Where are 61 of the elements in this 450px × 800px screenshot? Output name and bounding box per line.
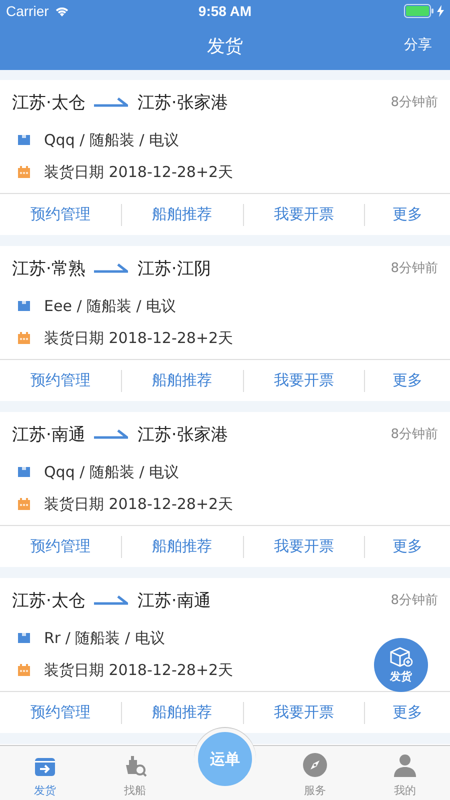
box-icon — [18, 632, 30, 644]
tab-item[interactable]: 发货 — [0, 746, 90, 800]
person-icon — [393, 753, 417, 777]
tab-item[interactable]: 服务 — [270, 746, 360, 800]
destination-label: 江苏·张家港 — [137, 92, 228, 114]
action-link[interactable]: 更多 — [365, 367, 450, 394]
action-link[interactable]: 我要开票 — [244, 201, 364, 228]
cargo-info: Eee / 随船装 / 电议 — [44, 296, 176, 316]
battery-icon — [404, 4, 434, 18]
tab-item[interactable]: 找船 — [90, 746, 180, 800]
action-link[interactable]: 我要开票 — [244, 533, 364, 560]
wifi-icon — [54, 5, 70, 17]
box-icon — [18, 134, 30, 146]
compass-icon — [303, 753, 327, 777]
destination-label: 江苏·江阴 — [137, 258, 211, 280]
loading-date: 装货日期 2018-12-28+2天 — [44, 328, 234, 348]
origin-label: 江苏·常熟 — [12, 258, 86, 280]
loading-date: 装货日期 2018-12-28+2天 — [44, 660, 234, 680]
posted-time: 8分钟前 — [390, 592, 438, 609]
action-link[interactable]: 船舶推荐 — [122, 533, 243, 560]
cargo-info: Qqq / 随船装 / 电议 — [44, 130, 180, 150]
tab-item[interactable]: 我的 — [360, 746, 450, 800]
action-link[interactable]: 更多 — [365, 699, 450, 726]
share-button[interactable]: 分享 — [404, 36, 432, 54]
clock-time: 9:58 AM — [198, 3, 252, 19]
action-link[interactable]: 我要开票 — [244, 367, 364, 394]
carrier-name: Carrier — [6, 3, 49, 19]
ship-search-icon — [123, 755, 147, 777]
loading-date: 装货日期 2018-12-28+2天 — [44, 162, 234, 182]
action-link[interactable]: 船舶推荐 — [122, 699, 243, 726]
destination-label: 江苏·南通 — [137, 590, 211, 612]
action-link[interactable]: 我要开票 — [244, 699, 364, 726]
origin-label: 江苏·南通 — [12, 424, 86, 446]
origin-label: 江苏·太仓 — [12, 590, 86, 612]
box-plus-icon — [389, 646, 413, 668]
order-card[interactable]: 江苏·太仓 江苏·张家港 8分钟前 Qqq / 随船装 / 电议 装货日期 2018-12-28+2天 预约管理 船舶推荐 我要开票 更多 — [0, 80, 450, 235]
posted-time: 8分钟前 — [390, 94, 438, 111]
cargo-info: Rr / 随船装 / 电议 — [44, 628, 165, 648]
calendar-icon — [18, 664, 30, 676]
action-link[interactable]: 更多 — [365, 201, 450, 228]
action-link[interactable]: 船舶推荐 — [122, 367, 243, 394]
calendar-icon — [18, 166, 30, 178]
posted-time: 8分钟前 — [390, 426, 438, 443]
action-link[interactable]: 预约管理 — [0, 367, 121, 394]
calendar-icon — [18, 498, 30, 510]
order-card[interactable]: 江苏·常熟 江苏·江阴 8分钟前 Eee / 随船装 / 电议 装货日期 2018-12-28+2天 预约管理 船舶推荐 我要开票 更多 — [0, 246, 450, 401]
posted-time: 8分钟前 — [390, 260, 438, 277]
loading-date: 装货日期 2018-12-28+2天 — [44, 494, 234, 514]
action-link[interactable]: 预约管理 — [0, 699, 121, 726]
cargo-info: Qqq / 随船装 / 电议 — [44, 462, 180, 482]
box-icon — [18, 300, 30, 312]
page-title: 发货 — [207, 35, 243, 58]
action-link[interactable]: 船舶推荐 — [122, 201, 243, 228]
action-link[interactable]: 预约管理 — [0, 533, 121, 560]
action-link[interactable]: 更多 — [365, 533, 450, 560]
order-card[interactable]: 江苏·南通 江苏·张家港 8分钟前 Qqq / 随船装 / 电议 装货日期 2018-12-28+2天 预约管理 船舶推荐 我要开票 更多 — [0, 412, 450, 567]
action-link[interactable]: 预约管理 — [0, 201, 121, 228]
box-icon — [18, 466, 30, 478]
origin-label: 江苏·太仓 — [12, 92, 86, 114]
calendar-icon — [18, 332, 30, 344]
destination-label: 江苏·张家港 — [137, 424, 228, 446]
